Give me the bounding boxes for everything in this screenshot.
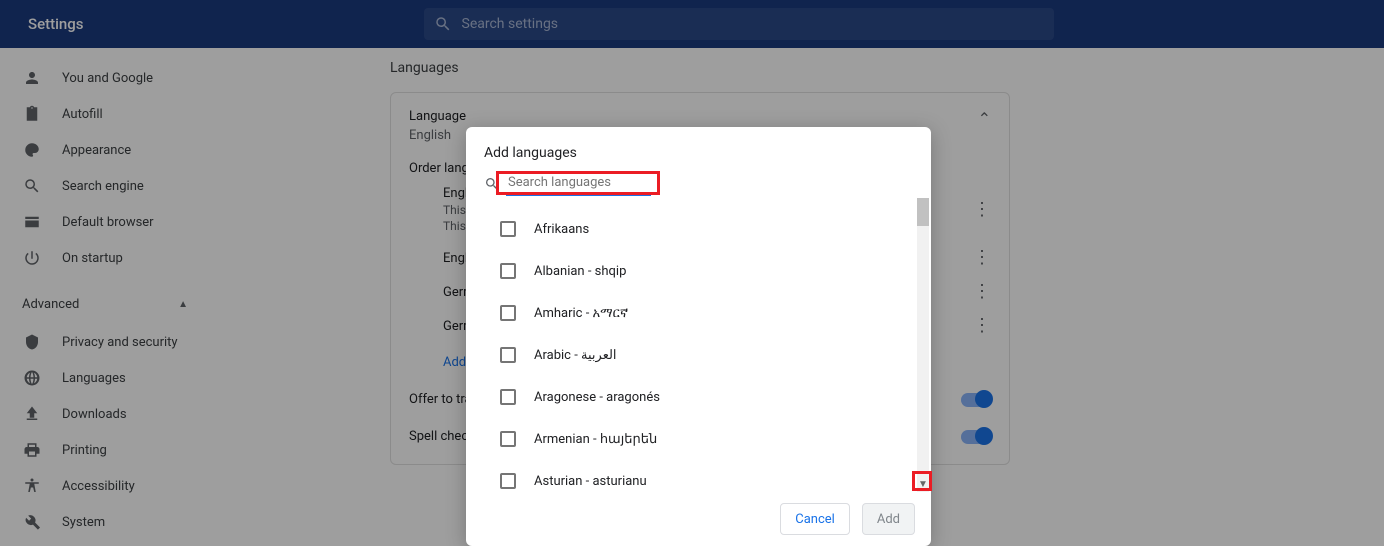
language-option-label: Arabic - العربية — [534, 348, 617, 363]
language-option[interactable]: Asturian - asturianu — [466, 460, 931, 492]
language-option-label: Amharic - አማርኛ — [534, 306, 628, 321]
language-option-label: Afrikaans — [534, 222, 589, 237]
checkbox[interactable] — [500, 389, 516, 405]
language-option[interactable]: Armenian - հայերեն — [466, 418, 931, 460]
checkbox[interactable] — [500, 431, 516, 447]
language-option[interactable]: Aragonese - aragonés — [466, 376, 931, 418]
language-option[interactable]: Amharic - አማርኛ — [466, 292, 931, 334]
dialog-title: Add languages — [466, 127, 931, 171]
dialog-search-input[interactable] — [506, 171, 651, 196]
language-option[interactable]: Albanian - shqip — [466, 250, 931, 292]
checkbox[interactable] — [500, 347, 516, 363]
language-option-label: Armenian - հայերեն — [534, 432, 657, 447]
cancel-button[interactable]: Cancel — [780, 503, 850, 535]
dialog-footer: Cancel Add — [466, 492, 931, 546]
language-option[interactable]: Arabic - العربية — [466, 334, 931, 376]
scroll-down-icon[interactable]: ▼ — [917, 478, 929, 492]
language-option[interactable]: Afrikaans — [466, 208, 931, 250]
search-icon — [484, 176, 500, 192]
language-option-label: Albanian - shqip — [534, 264, 626, 279]
scrollbar-track[interactable]: ▼ — [917, 198, 929, 492]
language-option-label: Aragonese - aragonés — [534, 390, 660, 405]
checkbox[interactable] — [500, 305, 516, 321]
checkbox[interactable] — [500, 221, 516, 237]
add-languages-dialog: Add languages AfrikaansAlbanian - shqipA… — [466, 127, 931, 546]
add-button[interactable]: Add — [862, 503, 915, 535]
scrollbar-thumb[interactable] — [917, 198, 929, 226]
checkbox[interactable] — [500, 263, 516, 279]
language-options-list: Afrikaans Albanian - shqip Amharic - አማርኛ A… — [466, 198, 931, 492]
language-option-label: Asturian - asturianu — [534, 474, 647, 489]
checkbox[interactable] — [500, 473, 516, 489]
